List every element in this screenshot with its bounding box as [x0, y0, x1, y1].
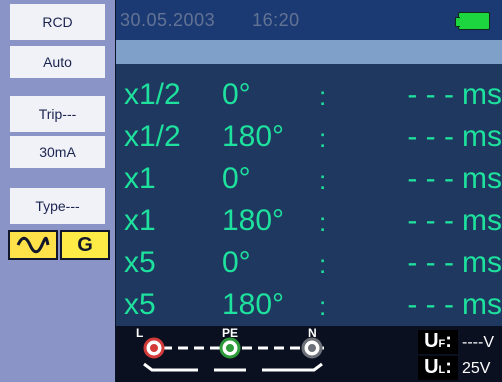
multiplier: x5	[124, 246, 156, 279]
battery-icon	[455, 12, 490, 30]
unit: ms	[462, 246, 502, 279]
uf-label: UF:	[418, 330, 458, 354]
type-options[interactable]: G	[8, 230, 110, 260]
phase: 0°	[222, 78, 251, 111]
terminal-label-n: N	[308, 326, 317, 340]
time: 16:20	[252, 10, 300, 30]
sine-icon	[16, 236, 50, 254]
current-label[interactable]: 30mA	[10, 136, 105, 168]
separator: :	[319, 207, 327, 237]
status-bar	[116, 40, 502, 64]
phase: 0°	[222, 162, 251, 195]
result-row: x1 0° : - - - ms	[124, 158, 502, 198]
voltage-readouts: UF: ----V UL: 25V	[418, 326, 502, 382]
result-row: x1 180° : - - - ms	[124, 200, 502, 240]
phase: 0°	[222, 246, 251, 279]
unit: ms	[462, 204, 502, 237]
type-label: Type---	[10, 188, 105, 224]
g-option[interactable]: G	[60, 230, 110, 260]
header-bar: 30.05.2003 16:20	[116, 0, 502, 40]
result-row: x1/2 180° : - - - ms	[124, 116, 502, 156]
phase: 180°	[222, 204, 285, 237]
sine-option[interactable]	[8, 230, 58, 260]
unit: ms	[462, 162, 502, 195]
ul-value: 25V	[462, 360, 491, 377]
separator: :	[319, 165, 327, 195]
value: - - -	[407, 288, 454, 321]
value: - - -	[407, 246, 454, 279]
multiplier: x1	[124, 162, 156, 195]
terminal-label-pe: PE	[222, 326, 239, 340]
mode-label[interactable]: Auto	[10, 46, 105, 78]
unit: ms	[462, 78, 502, 111]
value: - - -	[407, 120, 454, 153]
rcd-label: RCD	[10, 4, 105, 40]
trip-label: Trip---	[10, 96, 105, 132]
unit: ms	[462, 288, 502, 321]
separator: :	[319, 123, 327, 153]
multiplier: x1/2	[124, 120, 181, 153]
multiplier: x5	[124, 288, 156, 321]
g-option-label: G	[77, 234, 93, 256]
value: - - -	[407, 162, 454, 195]
result-row: x1/2 0° : - - - ms	[124, 74, 502, 114]
phase: 180°	[222, 120, 285, 153]
separator: :	[319, 249, 327, 279]
separator: :	[319, 81, 327, 111]
multiplier: x1/2	[124, 78, 181, 111]
multiplier: x1	[124, 204, 156, 237]
separator: :	[319, 291, 327, 321]
datetime: 30.05.2003 16:20	[120, 10, 300, 31]
result-row: x5 180° : - - - ms	[124, 284, 502, 324]
value: - - -	[407, 204, 454, 237]
value: - - -	[407, 78, 454, 111]
phase: 180°	[222, 288, 285, 321]
terminal-label-l: L	[136, 326, 144, 340]
main-panel: 30.05.2003 16:20 x1/2 0° : - - - ms x1/2…	[116, 0, 502, 382]
ul-label: UL:	[418, 356, 458, 380]
connection-diagram: L PE N	[116, 326, 422, 382]
result-row: x5 0° : - - - ms	[124, 242, 502, 282]
sidebar: RCD Auto Trip--- 30mA Type--- G	[0, 0, 116, 382]
date: 30.05.2003	[120, 10, 216, 30]
unit: ms	[462, 120, 502, 153]
uf-value: ----V	[462, 334, 494, 351]
